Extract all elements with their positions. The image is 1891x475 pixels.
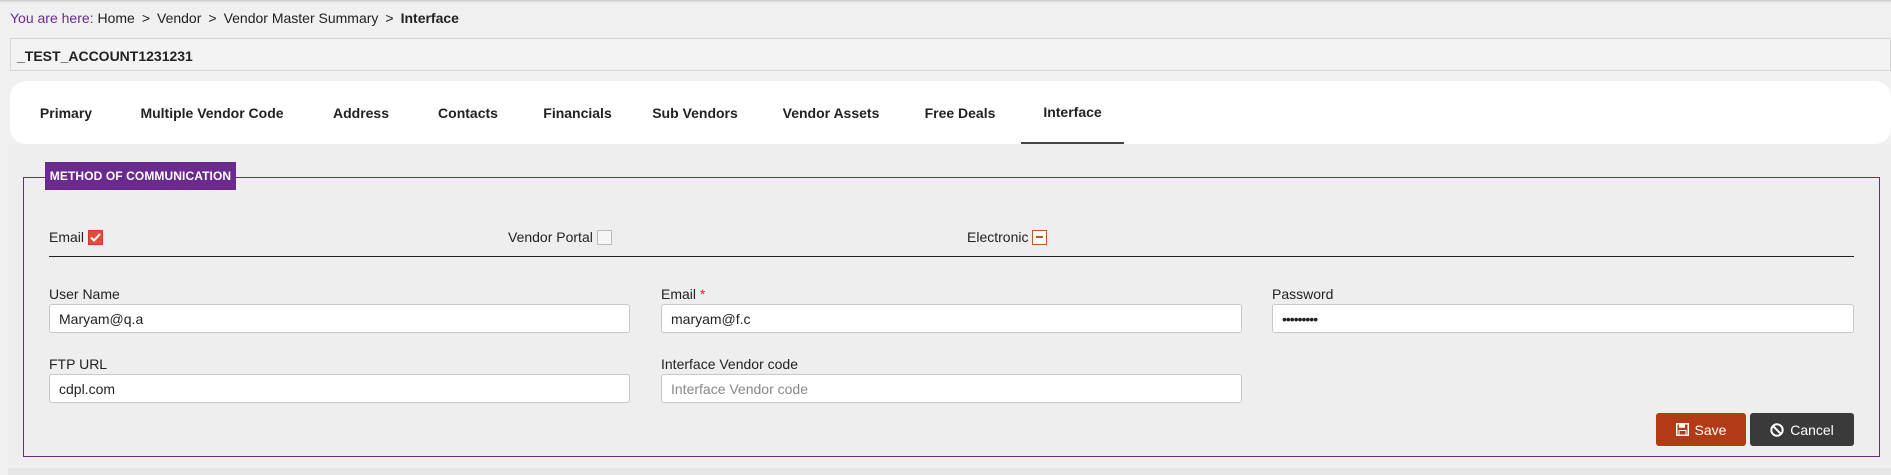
method-email: Email (49, 229, 104, 245)
cancel-label: Cancel (1790, 421, 1834, 438)
bottom-edge (8, 468, 1891, 475)
ftp-url-input[interactable] (49, 374, 630, 403)
tab-interface[interactable]: Interface (1021, 81, 1124, 144)
email-input[interactable] (661, 304, 1242, 333)
tab-contacts[interactable]: Contacts (428, 81, 508, 144)
tab-sub-vendors[interactable]: Sub Vendors (647, 81, 743, 144)
save-label: Save (1694, 421, 1727, 438)
interface-vendor-code-input[interactable] (661, 374, 1242, 403)
password-input[interactable] (1272, 304, 1854, 333)
account-name: _TEST_ACCOUNT1231231 (17, 48, 193, 64)
tab-vendor-assets[interactable]: Vendor Assets (777, 81, 885, 144)
method-vendor-portal: Vendor Portal (508, 229, 612, 245)
breadcrumb-separator: > (208, 10, 217, 26)
method-electronic-label: Electronic (967, 229, 1029, 245)
breadcrumb-separator: > (385, 10, 394, 26)
ban-icon (1770, 422, 1784, 437)
email-label: Email * (661, 286, 705, 302)
divider (49, 256, 1854, 257)
tab-primary[interactable]: Primary (30, 81, 102, 144)
required-marker: * (699, 286, 706, 302)
tab-address[interactable]: Address (325, 81, 397, 144)
user-name-input[interactable] (49, 304, 630, 333)
method-vendor-portal-label: Vendor Portal (508, 229, 593, 245)
account-name-bar: _TEST_ACCOUNT1231231 (10, 38, 1891, 71)
tab-bar: Primary Multiple Vendor Code Address Con… (10, 81, 1891, 144)
electronic-checkbox[interactable] (1032, 229, 1048, 245)
floppy-disk-icon (1675, 423, 1689, 436)
ftp-url-label: FTP URL (49, 356, 108, 372)
breadcrumb-prefix: You are here: (10, 10, 94, 26)
cancel-button[interactable]: Cancel (1750, 413, 1854, 446)
check-icon (90, 232, 101, 242)
breadcrumb-vendor-master-summary[interactable]: Vendor Master Summary (224, 10, 379, 26)
email-checkbox[interactable] (88, 229, 104, 245)
tab-multiple-vendor-code[interactable]: Multiple Vendor Code (132, 81, 292, 144)
breadcrumb-current: Interface (400, 10, 459, 26)
tab-free-deals[interactable]: Free Deals (917, 81, 1003, 144)
section-title: METHOD OF COMMUNICATION (45, 162, 236, 190)
user-name-label: User Name (49, 286, 120, 302)
save-button[interactable]: Save (1656, 413, 1746, 446)
email-label-text: Email (661, 286, 697, 302)
breadcrumb-vendor[interactable]: Vendor (157, 10, 201, 26)
breadcrumb: You are here: Home > Vendor > Vendor Master … (10, 10, 459, 26)
breadcrumb-home[interactable]: Home (97, 10, 134, 26)
vendor-portal-checkbox[interactable] (596, 229, 612, 245)
top-shadow (0, 0, 1891, 3)
method-email-label: Email (49, 229, 85, 245)
interface-vendor-code-label: Interface Vendor code (661, 356, 798, 372)
tab-financials[interactable]: Financials (535, 81, 620, 144)
password-label: Password (1272, 286, 1334, 302)
method-electronic: Electronic (967, 229, 1048, 245)
minus-icon (1036, 236, 1044, 238)
breadcrumb-separator: > (141, 10, 150, 26)
